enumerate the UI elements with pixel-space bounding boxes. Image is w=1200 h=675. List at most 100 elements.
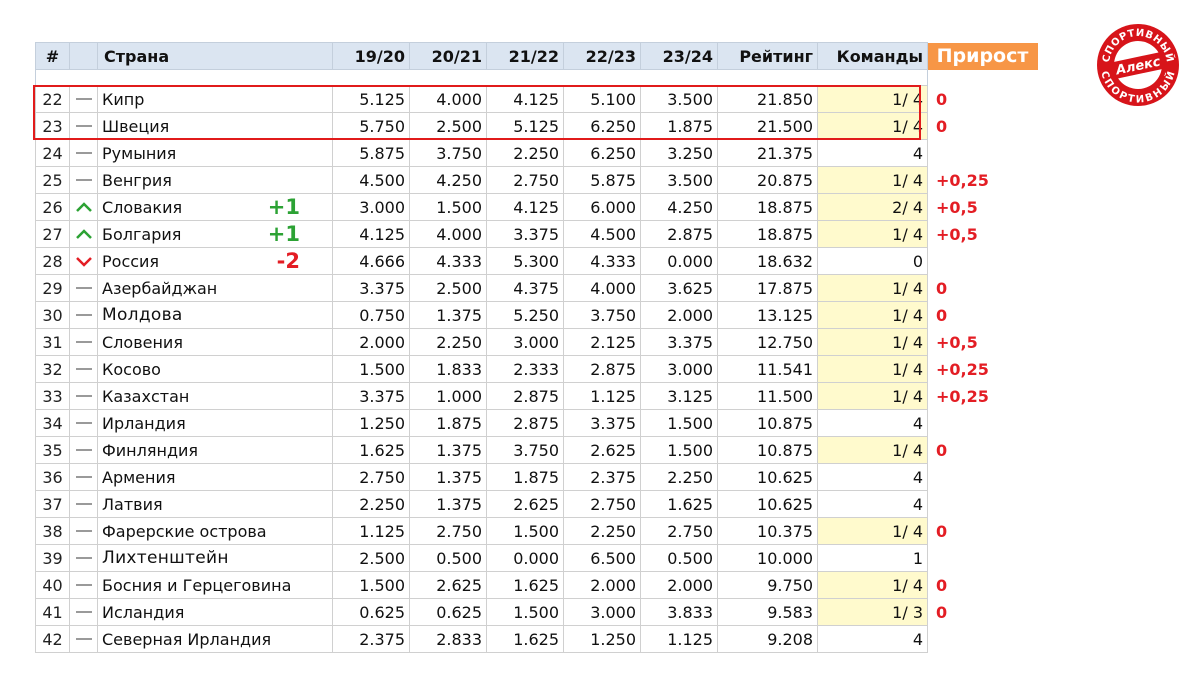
- season-cell-s2324: 4.250: [640, 193, 718, 221]
- season-cell-s1920: 1.125: [332, 517, 410, 545]
- table-row: 27 Болгария +1 4.125 4.000 3.375 4.500 2.875 18.…: [35, 220, 1038, 248]
- season-cell-s2122: 1.625: [486, 625, 564, 653]
- trend-cell: [69, 328, 98, 356]
- rank-cell: 40: [35, 571, 70, 599]
- rank-change: -2: [276, 249, 300, 273]
- logo: СПОРТИВНЫЙ СПОРТИВНЫЙ Алекс: [1095, 22, 1181, 108]
- teams-cell: 4: [817, 463, 928, 491]
- season-cell-s2223: 3.000: [563, 598, 641, 626]
- season-cell-s1920: 1.250: [332, 409, 410, 437]
- season-cell-s2021: 4.250: [409, 166, 487, 194]
- rank-cell: 36: [35, 463, 70, 491]
- table-row: 25 Венгрия 4.500 4.250 2.750 5.875 3.500 20.875…: [35, 166, 1038, 194]
- season-cell-s1920: 1.625: [332, 436, 410, 464]
- table-row: 33 Казахстан 3.375 1.000 2.875 1.125 3.125 11.5…: [35, 382, 1038, 410]
- teams-cell: 1/ 4: [817, 274, 928, 302]
- season-cell-s2122: 2.250: [486, 139, 564, 167]
- trend-down-icon: [75, 257, 92, 267]
- trend-cell: [69, 85, 98, 113]
- rating-cell: 21.500: [717, 112, 818, 140]
- table-row: 39 Лихтенштейн 2.500 0.500 0.000 6.500 0.500 10…: [35, 544, 1038, 572]
- season-cell-s2324: 3.625: [640, 274, 718, 302]
- teams-cell: 1/ 4: [817, 382, 928, 410]
- rating-cell: 10.375: [717, 517, 818, 545]
- country-name: Румыния: [102, 143, 177, 163]
- country-cell: Швеция: [97, 112, 333, 140]
- header-season-19-20: 19/20: [332, 42, 410, 70]
- country-name: Казахстан: [102, 386, 190, 406]
- header-season-23-24: 23/24: [640, 42, 718, 70]
- country-cell: Исландия: [97, 598, 333, 626]
- rating-cell: 21.375: [717, 139, 818, 167]
- table-row: 35 Финляндия 1.625 1.375 3.750 2.625 1.500 10.8…: [35, 436, 1038, 464]
- season-cell-s2122: 3.750: [486, 436, 564, 464]
- season-cell-s2021: 2.833: [409, 625, 487, 653]
- growth-cell: +0,5: [936, 224, 978, 244]
- season-cell-s2122: 1.625: [486, 571, 564, 599]
- season-cell-s2223: 6.250: [563, 112, 641, 140]
- teams-cell: 4: [817, 490, 928, 518]
- trend-cell: [69, 355, 98, 383]
- country-name: Ирландия: [102, 413, 186, 433]
- season-cell-s2223: 2.625: [563, 436, 641, 464]
- trend-cell: [69, 139, 98, 167]
- country-cell: Косово: [97, 355, 333, 383]
- teams-cell: 1/ 4: [817, 112, 928, 140]
- trend-cell: [69, 463, 98, 491]
- teams-cell: 2/ 4: [817, 193, 928, 221]
- season-cell-s1920: 5.125: [332, 85, 410, 113]
- season-cell-s2122: 2.750: [486, 166, 564, 194]
- season-cell-s1920: 1.500: [332, 571, 410, 599]
- trend-same-icon: [75, 98, 92, 100]
- growth-cell: +0,5: [936, 332, 978, 352]
- country-name: Словения: [102, 332, 183, 352]
- table-body: 22 Кипр 5.125 4.000 4.125 5.100 3.500 21.850 1/ …: [35, 85, 1038, 653]
- trend-cell: [69, 247, 98, 275]
- country-cell: Венгрия: [97, 166, 333, 194]
- season-cell-s1920: 5.750: [332, 112, 410, 140]
- country-name: Лихтенштейн: [102, 548, 229, 568]
- country-cell: Лихтенштейн: [97, 544, 333, 572]
- header-season-20-21: 20/21: [409, 42, 487, 70]
- growth-cell: 0: [936, 278, 948, 298]
- teams-cell: 0: [817, 247, 928, 275]
- season-cell-s2122: 0.000: [486, 544, 564, 572]
- season-cell-s2021: 1.833: [409, 355, 487, 383]
- rank-cell: 22: [35, 85, 70, 113]
- season-cell-s2021: 3.750: [409, 139, 487, 167]
- table-row: 23 Швеция 5.750 2.500 5.125 6.250 1.875 21.500 1…: [35, 112, 1038, 140]
- season-cell-s2122: 2.333: [486, 355, 564, 383]
- season-cell-s1920: 5.875: [332, 139, 410, 167]
- rank-cell: 37: [35, 490, 70, 518]
- rank-cell: 30: [35, 301, 70, 329]
- teams-cell: 1/ 4: [817, 571, 928, 599]
- teams-cell: 1/ 4: [817, 436, 928, 464]
- trend-same-icon: [75, 287, 92, 289]
- season-cell-s1920: 2.000: [332, 328, 410, 356]
- country-name: Косово: [102, 359, 161, 379]
- season-cell-s1920: 4.500: [332, 166, 410, 194]
- rating-cell: 11.500: [717, 382, 818, 410]
- season-cell-s2122: 5.250: [486, 301, 564, 329]
- country-name: Босния и Герцеговина: [102, 575, 292, 595]
- season-cell-s2122: 2.875: [486, 382, 564, 410]
- season-cell-s2324: 3.500: [640, 166, 718, 194]
- season-cell-s2122: 5.125: [486, 112, 564, 140]
- rankings-table: # Страна 19/20 20/21 21/22 22/23 23/24 Р…: [35, 42, 1038, 653]
- trend-same-icon: [75, 395, 92, 397]
- rating-cell: 10.875: [717, 409, 818, 437]
- table-row: 40 Босния и Герцеговина 1.500 2.625 1.625 2.0…: [35, 571, 1038, 599]
- table-row: 42 Северная Ирландия 2.375 2.833 1.625 1.250 1…: [35, 625, 1038, 653]
- country-cell: Словакия +1: [97, 193, 333, 221]
- growth-cell: [928, 410, 1038, 437]
- logo-emblem: СПОРТИВНЫЙ СПОРТИВНЫЙ Алекс: [1097, 24, 1179, 106]
- season-cell-s2223: 6.500: [563, 544, 641, 572]
- spacer-growth-cell: [928, 70, 1038, 86]
- rank-cell: 42: [35, 625, 70, 653]
- trend-cell: [69, 301, 98, 329]
- season-cell-s2122: 5.300: [486, 247, 564, 275]
- season-cell-s2021: 0.500: [409, 544, 487, 572]
- country-cell: Латвия: [97, 490, 333, 518]
- season-cell-s2223: 2.125: [563, 328, 641, 356]
- season-cell-s2223: 2.875: [563, 355, 641, 383]
